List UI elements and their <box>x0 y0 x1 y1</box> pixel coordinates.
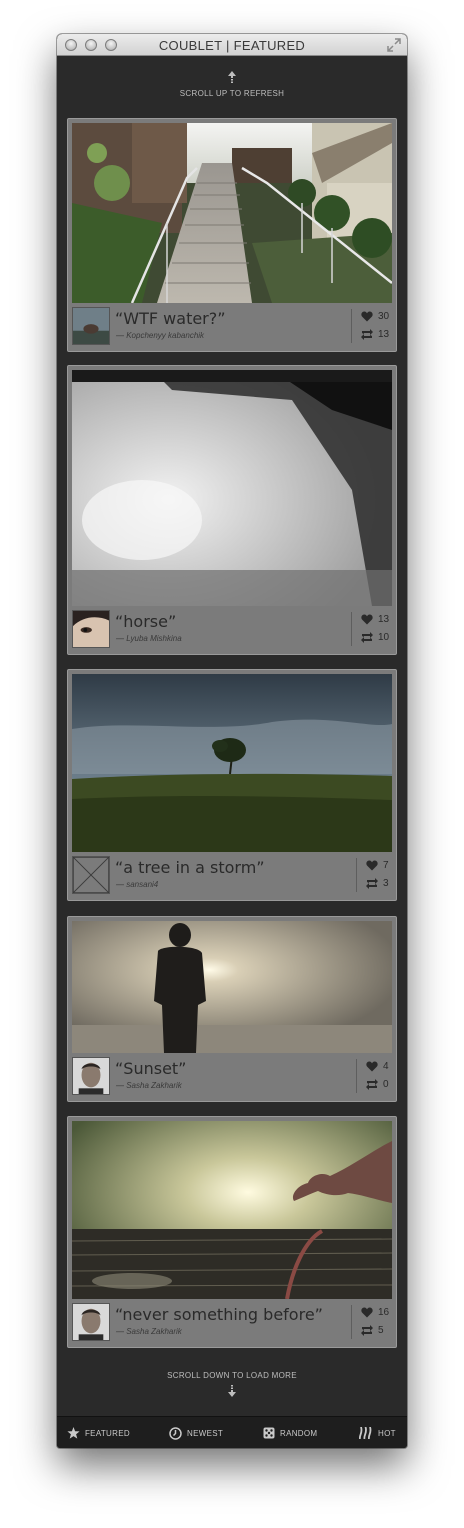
recoub-icon <box>361 329 373 340</box>
tab-hot-label: HOT <box>378 1428 396 1438</box>
heart-icon <box>361 311 373 322</box>
stats-divider <box>351 1305 352 1339</box>
tab-newest[interactable]: NEWEST <box>169 1427 223 1440</box>
arrow-up-icon <box>228 71 236 83</box>
recoub-stat[interactable]: 0 <box>366 1079 389 1090</box>
fullscreen-icon[interactable] <box>387 38 401 52</box>
coub-author[interactable]: — Lyuba Mishkina <box>116 634 182 643</box>
tab-random-label: RANDOM <box>280 1428 318 1438</box>
coub-thumbnail[interactable] <box>72 1121 392 1299</box>
recoub-count: 0 <box>383 1079 389 1090</box>
heart-icon <box>366 860 378 871</box>
like-stat[interactable]: 16 <box>361 1307 389 1318</box>
recoub-stat[interactable]: 13 <box>361 329 389 340</box>
recoub-count: 13 <box>378 329 390 340</box>
tab-newest-label: NEWEST <box>187 1429 224 1438</box>
coub-card[interactable]: “horse” — Lyuba Mishkina 13 10 <box>67 365 397 655</box>
like-count: 30 <box>378 311 390 322</box>
load-more-hint: SCROLL DOWN TO LOAD MORE <box>57 1371 407 1397</box>
heart-icon <box>366 1061 378 1072</box>
tab-featured[interactable]: FEATURED <box>67 1427 130 1439</box>
coub-author[interactable]: — Kopchenyy kabanchik <box>116 331 204 340</box>
coub-meta: “a tree in a storm” — sansani4 7 3 <box>72 854 392 896</box>
coub-thumbnail[interactable] <box>72 674 392 852</box>
stats-divider <box>351 612 352 646</box>
heart-icon <box>361 614 373 625</box>
tab-random[interactable]: RANDOM <box>263 1427 317 1439</box>
author-avatar-placeholder[interactable] <box>72 856 110 894</box>
stats-divider <box>356 858 357 892</box>
coub-title[interactable]: “never something before” <box>115 1305 323 1324</box>
stats-divider <box>356 1059 357 1093</box>
refresh-hint-label: SCROLL UP TO REFRESH <box>179 89 285 98</box>
recoub-count: 10 <box>378 632 390 643</box>
arrow-down-icon <box>228 1385 236 1397</box>
like-count: 16 <box>378 1307 390 1318</box>
recoub-count: 3 <box>383 878 389 889</box>
coub-card[interactable]: “never something before” — Sasha Zakhari… <box>67 1116 397 1348</box>
author-avatar[interactable] <box>72 1057 110 1095</box>
like-stat[interactable]: 7 <box>366 860 389 871</box>
coub-card[interactable]: “WTF water?” — Kopchenyy kabanchik 30 13 <box>67 118 397 352</box>
heart-icon <box>361 1307 373 1318</box>
coub-thumbnail[interactable] <box>72 123 392 303</box>
author-avatar[interactable] <box>72 610 110 648</box>
recoub-icon <box>361 632 373 643</box>
coub-thumbnail[interactable] <box>72 921 392 1053</box>
like-count: 7 <box>383 860 389 871</box>
coub-card[interactable]: “a tree in a storm” — sansani4 7 3 <box>67 669 397 901</box>
refresh-hint: SCROLL UP TO REFRESH <box>57 71 407 98</box>
recoub-stat[interactable]: 3 <box>366 878 389 889</box>
author-avatar[interactable] <box>72 307 110 345</box>
feed[interactable]: SCROLL UP TO REFRESH “WTF water?” — Kopc… <box>57 57 407 1416</box>
recoub-count: 5 <box>378 1325 384 1336</box>
coub-author[interactable]: — Sasha Zakharik <box>116 1327 182 1336</box>
coub-meta: “WTF water?” — Kopchenyy kabanchik 30 13 <box>72 305 392 347</box>
coub-title[interactable]: “a tree in a storm” <box>115 858 265 877</box>
star-icon <box>67 1427 80 1439</box>
app-window: COUBLET | FEATURED SCROLL UP TO REFRESH <box>57 34 407 1448</box>
coub-meta: “Sunset” — Sasha Zakharik 4 0 <box>72 1055 392 1097</box>
coub-meta: “horse” — Lyuba Mishkina 13 10 <box>72 608 392 650</box>
load-more-label: SCROLL DOWN TO LOAD MORE <box>167 1371 297 1380</box>
recoub-icon <box>366 878 378 889</box>
coub-title[interactable]: “Sunset” <box>115 1059 186 1078</box>
coub-meta: “never something before” — Sasha Zakhari… <box>72 1301 392 1343</box>
coub-title[interactable]: “horse” <box>115 612 176 631</box>
bottom-tab-bar: FEATURED NEWEST RANDOM HOT <box>57 1416 407 1448</box>
clock-icon <box>169 1427 182 1440</box>
coub-author[interactable]: — Sasha Zakharik <box>116 1081 182 1090</box>
tab-featured-label: FEATURED <box>85 1428 130 1438</box>
tab-hot[interactable]: HOT <box>359 1427 396 1439</box>
author-avatar[interactable] <box>72 1303 110 1341</box>
like-count: 4 <box>383 1061 389 1072</box>
coub-title[interactable]: “WTF water?” <box>115 309 226 328</box>
stats-divider <box>351 309 352 343</box>
like-stat[interactable]: 4 <box>366 1061 389 1072</box>
like-stat[interactable]: 30 <box>361 311 389 322</box>
recoub-stat[interactable]: 5 <box>361 1325 384 1336</box>
coub-author[interactable]: — sansani4 <box>116 880 158 889</box>
title-bar: COUBLET | FEATURED <box>57 34 407 56</box>
coub-card[interactable]: “Sunset” — Sasha Zakharik 4 0 <box>67 916 397 1102</box>
recoub-icon <box>366 1079 378 1090</box>
like-count: 13 <box>378 614 390 625</box>
window-title: COUBLET | FEATURED <box>158 38 306 53</box>
coub-thumbnail[interactable] <box>72 370 392 606</box>
flames-icon <box>359 1427 372 1439</box>
dice-icon <box>263 1427 275 1439</box>
like-stat[interactable]: 13 <box>361 614 389 625</box>
recoub-stat[interactable]: 10 <box>361 632 389 643</box>
recoub-icon <box>361 1325 373 1336</box>
